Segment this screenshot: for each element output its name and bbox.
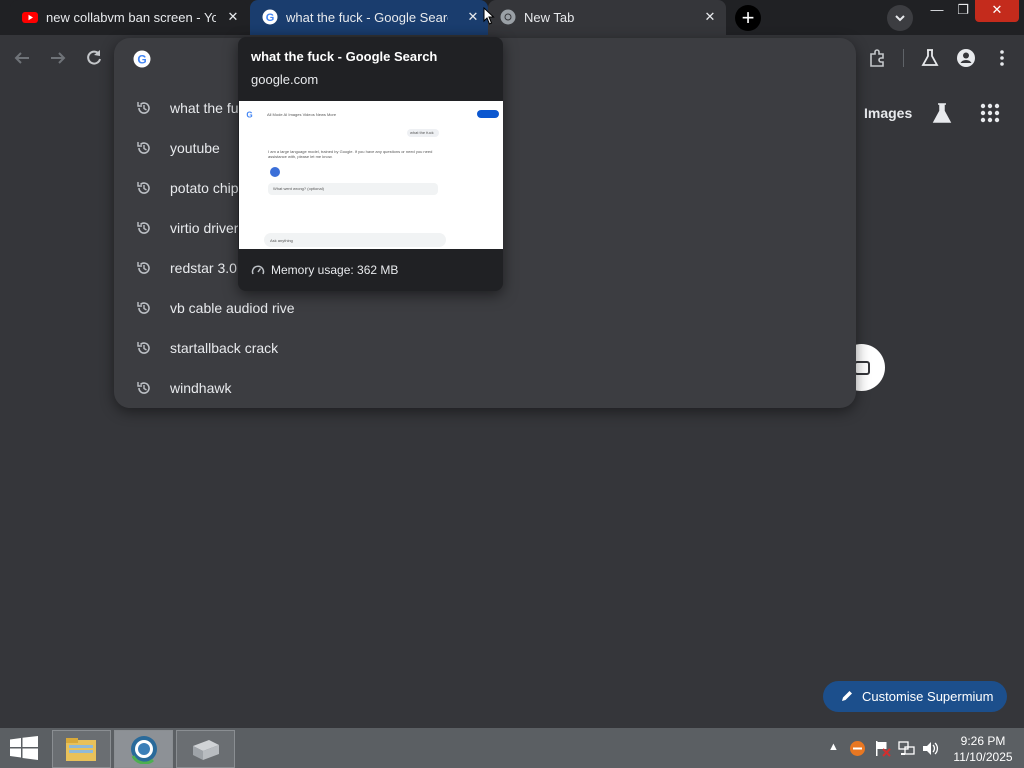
- preview-followup: What went wrong? (optional): [273, 186, 324, 191]
- forward-icon[interactable]: [47, 47, 69, 69]
- history-icon: [137, 382, 150, 394]
- clock-date: 11/10/2025: [953, 750, 1013, 764]
- google-icon: G: [133, 50, 151, 68]
- taskbar-browser[interactable]: [114, 730, 173, 768]
- reload-icon[interactable]: [83, 47, 105, 69]
- images-link[interactable]: Images: [864, 105, 912, 121]
- svg-text:G: G: [266, 12, 275, 24]
- window-close-button[interactable]: ✕: [975, 0, 1019, 22]
- tab-close-button[interactable]: ✕: [224, 8, 242, 26]
- new-tab-button[interactable]: +: [735, 5, 761, 31]
- history-icon: [137, 102, 150, 114]
- svg-text:G: G: [246, 111, 252, 119]
- history-icon: [137, 262, 150, 274]
- clock-time: 9:26 PM: [960, 734, 1006, 748]
- pencil-icon: [842, 691, 852, 701]
- hover-card-title: what the fuck - Google Search: [251, 49, 438, 64]
- folder-icon: [66, 738, 96, 761]
- restore-button[interactable]: ❐: [948, 0, 978, 22]
- preview-tabs: All Mode AI Images Videos News More: [267, 112, 337, 117]
- tab-search-button[interactable]: [887, 5, 913, 31]
- tab-new-tab[interactable]: New Tab ✕: [488, 0, 726, 35]
- security-alert-icon[interactable]: [849, 740, 866, 757]
- memory-usage: Memory usage: 362 MB: [251, 263, 398, 277]
- suggestion-text: vb cable audiod rive: [170, 300, 295, 316]
- svg-text:G: G: [137, 53, 146, 67]
- memory-usage-text: Memory usage: 362 MB: [271, 263, 399, 277]
- tab-title: new collabvm ban screen - YouT: [46, 10, 216, 25]
- mouse-cursor-icon: [483, 7, 495, 25]
- system-clock[interactable]: 9:26 PM 11/10/2025: [948, 733, 1018, 765]
- tab-youtube[interactable]: new collabvm ban screen - YouT ✕: [10, 0, 248, 35]
- action-center-flag-icon[interactable]: [874, 740, 891, 757]
- toolbar-separator: [903, 49, 904, 67]
- search-labs-icon[interactable]: [930, 101, 954, 125]
- tab-preview-thumbnail: G All Mode AI Images Videos News More wh…: [239, 101, 503, 249]
- history-icon: [137, 342, 150, 354]
- tab-close-button[interactable]: ✕: [701, 8, 719, 26]
- preview-answer: I am a large language model, trained by …: [268, 149, 433, 159]
- suggestion-item[interactable]: vb cable audiod rive: [114, 288, 856, 328]
- preview-ai-avatar: [270, 167, 280, 177]
- suggestion-text: what the fu: [170, 100, 239, 116]
- tab-strip: new collabvm ban screen - YouT ✕ G what …: [0, 0, 1024, 35]
- profile-icon[interactable]: [955, 47, 977, 69]
- supermium-browser-icon: [131, 736, 157, 764]
- menu-icon[interactable]: [991, 47, 1013, 69]
- customise-button[interactable]: Customise Supermium: [823, 681, 1007, 712]
- history-icon: [137, 222, 150, 234]
- chevron-down-icon: [895, 15, 905, 22]
- suggestion-item[interactable]: startallback crack: [114, 328, 856, 368]
- hover-card-domain: google.com: [251, 72, 319, 87]
- google-icon: G: [262, 9, 278, 25]
- history-icon: [137, 182, 150, 194]
- chrome-icon: [500, 9, 516, 25]
- google-icon: G: [246, 111, 252, 119]
- tab-close-button[interactable]: ✕: [464, 8, 482, 26]
- suggestion-text: windhawk: [170, 380, 232, 396]
- preview-signin-button: [477, 110, 499, 118]
- google-apps-icon[interactable]: [980, 103, 1000, 123]
- extensions-icon[interactable]: [866, 47, 888, 69]
- youtube-icon: [22, 12, 38, 23]
- suggestion-text: youtube: [170, 140, 220, 156]
- suggestion-text: potato chip: [170, 180, 239, 196]
- back-icon[interactable]: [11, 47, 33, 69]
- tab-title: what the fuck - Google Search: [286, 10, 448, 25]
- suggestion-text: startallback crack: [170, 340, 279, 356]
- suggestion-text: virtio driver: [170, 220, 239, 236]
- volume-icon[interactable]: [922, 740, 939, 757]
- taskbar-file-explorer[interactable]: [52, 730, 111, 768]
- show-hidden-icons-button[interactable]: ▲: [828, 741, 839, 753]
- customise-label: Customise Supermium: [862, 689, 994, 704]
- preview-ask: Ask anything: [270, 238, 293, 243]
- gauge-icon: [251, 265, 265, 275]
- windows-start-icon[interactable]: [10, 736, 38, 760]
- history-icon: [137, 142, 150, 154]
- camera-icon: [854, 361, 870, 375]
- tab-title: New Tab: [524, 10, 575, 25]
- server-manager-icon: [193, 740, 219, 760]
- tab-google-search[interactable]: G what the fuck - Google Search ✕: [250, 0, 488, 35]
- tab-hover-card: what the fuck - Google Search google.com…: [238, 37, 503, 291]
- taskbar-app[interactable]: [176, 730, 235, 768]
- taskbar: ▲ 9:26 PM 11/10/2025: [0, 728, 1024, 768]
- suggestion-text: redstar 3.0: [170, 260, 237, 276]
- suggestion-item[interactable]: windhawk: [114, 368, 856, 408]
- labs-icon[interactable]: [919, 47, 941, 69]
- preview-query: what the fuck: [410, 130, 434, 135]
- history-icon: [137, 302, 150, 314]
- network-icon[interactable]: [898, 740, 915, 757]
